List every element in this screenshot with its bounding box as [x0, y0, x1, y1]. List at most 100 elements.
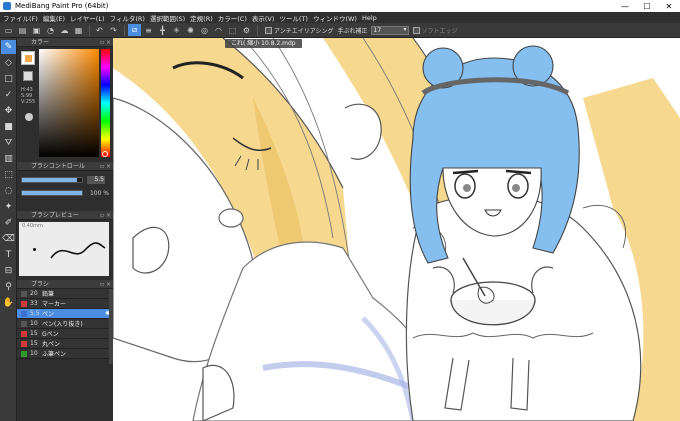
panel-close-icon[interactable]: ▫ × — [100, 38, 111, 47]
dot-tool-icon[interactable]: ✓ — [1, 88, 16, 102]
redo-icon[interactable]: ↷ — [107, 24, 120, 36]
color-panel-header: カラー ▫ × — [17, 38, 113, 47]
select-eraser-tool-icon[interactable]: ⌫ — [1, 232, 16, 246]
grid-icon[interactable]: ▦ — [72, 24, 85, 36]
brush-size-label: 10 — [30, 350, 38, 357]
hue-slider-handle[interactable] — [102, 151, 108, 157]
brush-size-slider[interactable] — [21, 177, 83, 183]
background-color-swatch[interactable] — [23, 71, 33, 81]
brush-color-swatch — [21, 340, 27, 347]
panel-divide-tool-icon[interactable]: ⊟ — [1, 264, 16, 278]
snap-curve-icon[interactable]: ◠ — [212, 24, 225, 36]
snap-circle-icon[interactable]: ◎ — [198, 24, 211, 36]
brush-row[interactable]: 33 マーカー — [17, 299, 113, 309]
menu-view[interactable]: 表示(V) — [252, 13, 275, 23]
menu-layer[interactable]: レイヤー(L) — [70, 13, 105, 23]
brush-stroke-preview — [50, 242, 106, 259]
eyedropper-tool-icon[interactable]: ⚲ — [1, 280, 16, 294]
color-mode-icon[interactable] — [25, 113, 33, 121]
panel-close-icon[interactable]: ▫ × — [100, 162, 111, 171]
menu-file[interactable]: ファイル(F) — [3, 13, 38, 23]
document-tab[interactable]: これ( 縮小 10.8.2.mdp — [225, 39, 302, 48]
panel-close-icon[interactable]: ▫ × — [100, 280, 111, 289]
window-controls: — ☐ ✕ — [614, 0, 680, 12]
brush-size-label: 10 — [30, 320, 38, 327]
menu-bar: ファイル(F) 編集(E) レイヤー(L) フィルタ(R) 選択範囲(S) 定規… — [0, 12, 680, 23]
brush-row[interactable]: 10 ペン(入り抜き) — [17, 319, 113, 329]
gradient-tool-icon[interactable]: ▥ — [1, 152, 16, 166]
menu-help[interactable]: Help — [362, 14, 377, 22]
brush-name-label: ふ筆ペン — [42, 351, 67, 358]
menu-ruler[interactable]: 定規(R) — [190, 13, 213, 23]
close-button[interactable]: ✕ — [658, 0, 680, 12]
brush-size-label: 20 — [30, 290, 38, 297]
bucket-tool-icon[interactable]: ⛛ — [1, 136, 16, 150]
foreground-color-swatch[interactable] — [21, 51, 35, 65]
open-file-icon[interactable]: ▤ — [16, 24, 29, 36]
soft-edge-checkbox[interactable]: ソフトエッジ — [412, 26, 458, 35]
toolbar-separator — [257, 24, 258, 36]
menu-select[interactable]: 選択範囲(S) — [150, 13, 185, 23]
antialias-label: アンチエイリアシング — [274, 27, 334, 35]
cloud-icon[interactable]: ☁ — [58, 24, 71, 36]
move-tool-icon[interactable]: ✥ — [1, 104, 16, 118]
brush-control-panel: 5.5 100 % — [17, 171, 113, 211]
comment-icon[interactable]: ◔ — [44, 24, 57, 36]
panel-close-icon[interactable]: ▫ × — [100, 211, 111, 220]
canvas-area[interactable]: これ( 縮小 10.8.2.mdp — [113, 38, 680, 421]
brush-row[interactable]: 15 Gペン — [17, 329, 113, 339]
rectangle-tool-icon[interactable]: □ — [1, 72, 16, 86]
eraser-tool-icon[interactable]: ◇ — [1, 56, 16, 70]
snap-radial-icon[interactable]: ✺ — [184, 24, 197, 36]
brush-name-label: ペン(入り抜き) — [42, 321, 83, 328]
correction-label-wrap: 手ぶれ補正 — [338, 26, 368, 35]
fill-rect-tool-icon[interactable]: ■ — [1, 120, 16, 134]
maximize-button[interactable]: ☐ — [636, 0, 658, 12]
brush-row[interactable]: 5.5 ペン ✺ — [17, 309, 113, 319]
brush-preview-box: 0.40mm — [19, 222, 109, 276]
brush-preview-panel: 0.40mm — [17, 220, 113, 280]
menu-color[interactable]: カラー(C) — [218, 13, 247, 23]
snap-vanish-icon[interactable]: ✳ — [170, 24, 183, 36]
brush-name-label: Gペン — [42, 331, 59, 338]
hand-tool-icon[interactable]: ✋ — [1, 296, 16, 310]
menu-edit[interactable]: 編集(E) — [43, 13, 65, 23]
menu-filter[interactable]: フィルタ(R) — [110, 13, 145, 23]
window-title: MediBang Paint Pro (64bit) — [15, 2, 109, 10]
snap-off-icon[interactable]: ⧄ — [128, 24, 141, 36]
select-pen-tool-icon[interactable]: ✐ — [1, 216, 16, 230]
select-tool-icon[interactable]: ⬚ — [1, 168, 16, 182]
menu-tool[interactable]: ツール(T) — [279, 13, 308, 23]
brush-row[interactable]: 15 丸ペン — [17, 339, 113, 349]
undo-icon[interactable]: ↶ — [93, 24, 106, 36]
new-file-icon[interactable]: ▭ — [2, 24, 15, 36]
saturation-value-picker[interactable] — [39, 49, 99, 157]
save-icon[interactable]: ▣ — [30, 24, 43, 36]
lasso-tool-icon[interactable]: ◌ — [1, 184, 16, 198]
snap-cross-icon[interactable]: ╋ — [156, 24, 169, 36]
brush-opacity-slider[interactable] — [21, 190, 83, 196]
snap-3d-icon[interactable]: ⬚ — [226, 24, 239, 36]
brush-color-swatch — [21, 330, 27, 337]
brush-size-row: 5.5 — [21, 175, 109, 185]
brush-row[interactable]: 10 ふ筆ペン — [17, 349, 113, 359]
menu-window[interactable]: ウィンドウ(W) — [313, 13, 357, 23]
minimize-button[interactable]: — — [614, 0, 636, 12]
brush-opacity-fill — [22, 191, 82, 195]
brush-row[interactable]: 20 鉛筆 — [17, 289, 113, 299]
snap-settings-icon[interactable]: ⚙ — [240, 24, 253, 36]
magic-wand-tool-icon[interactable]: ✦ — [1, 200, 16, 214]
brush-size-label: 5.5 — [30, 310, 40, 317]
brush-size-value[interactable]: 5.5 — [87, 176, 105, 184]
side-panels: カラー ▫ × H:43 S:99 V:255 ブラシコントロール ▫ × 5.5 … — [17, 38, 113, 421]
brush-name-label: 丸ペン — [42, 341, 61, 348]
color-panel-title: カラー — [31, 39, 50, 46]
brush-color-swatch — [21, 320, 27, 327]
hue-slider[interactable] — [101, 49, 110, 157]
correction-select[interactable]: 17 — [370, 25, 409, 35]
antialias-checkbox[interactable]: アンチエイリアシング — [265, 26, 334, 35]
brush-size-label: 15 — [30, 330, 38, 337]
text-tool-icon[interactable]: T — [1, 248, 16, 262]
brush-tool-icon[interactable]: ✎ — [1, 40, 16, 54]
snap-parallel-icon[interactable]: ≡ — [142, 24, 155, 36]
